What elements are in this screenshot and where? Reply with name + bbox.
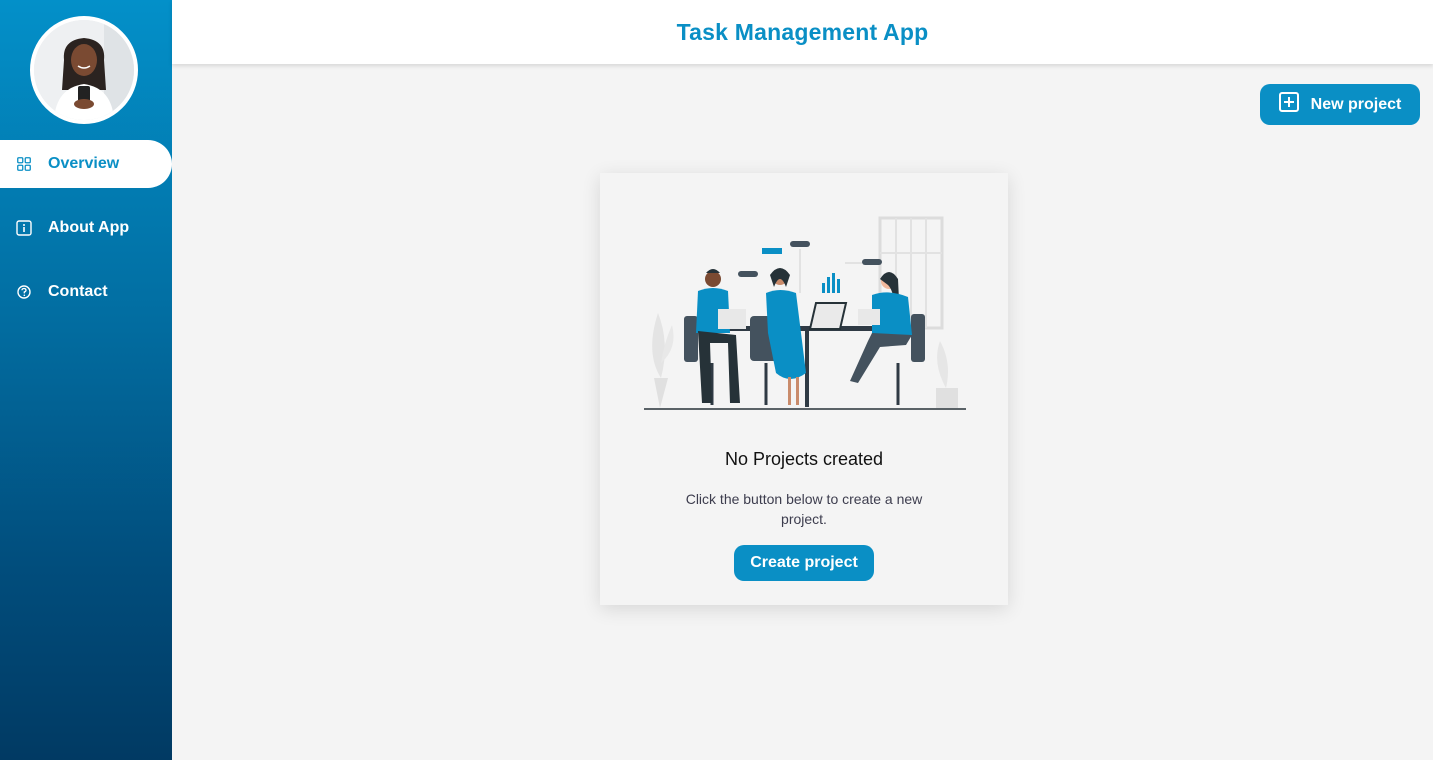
sidebar: Overview About App Contact — [0, 0, 172, 760]
team-meeting-illustration — [640, 213, 970, 413]
user-photo — [34, 20, 134, 120]
help-circle-icon — [16, 284, 32, 300]
create-project-button[interactable]: Create project — [734, 545, 874, 581]
avatar[interactable] — [30, 16, 138, 124]
sidebar-item-about-app[interactable]: About App — [0, 204, 172, 252]
new-project-label: New project — [1310, 95, 1402, 113]
sidebar-item-contact[interactable]: Contact — [0, 268, 172, 316]
top-header: Task Management App — [172, 0, 1433, 64]
grid-icon — [16, 156, 32, 172]
new-project-button[interactable]: New project — [1260, 84, 1420, 125]
plus-square-icon — [1278, 92, 1299, 117]
info-icon — [16, 220, 32, 236]
empty-state-card: No Projects created Click the button bel… — [600, 173, 1008, 605]
sidebar-item-label: Contact — [48, 283, 108, 300]
sidebar-item-overview[interactable]: Overview — [0, 140, 172, 188]
empty-state-description: Click the button below to create a new p… — [685, 491, 923, 527]
sidebar-item-label: About App — [48, 219, 130, 236]
empty-state-title: No Projects created — [724, 449, 884, 469]
sidebar-item-label: Overview — [48, 155, 120, 172]
app-title: Task Management App — [676, 18, 929, 45]
